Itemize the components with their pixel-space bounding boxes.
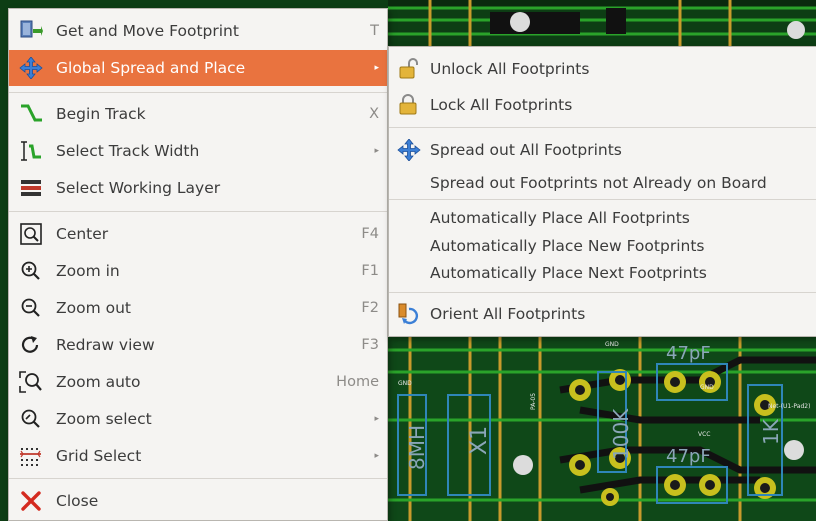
menu-item-begin-track[interactable]: Begin Track X	[9, 96, 387, 132]
zoom-in-icon	[19, 260, 43, 282]
pcb-label-cap1: 47pF	[666, 343, 711, 364]
pcb-label-res2: 1K	[759, 418, 783, 445]
menu-item-close[interactable]: Close	[9, 483, 387, 519]
menu-separator	[389, 292, 816, 293]
pcb-net-label: Net-(U1-Pad2)	[768, 403, 810, 410]
grid-icon	[19, 445, 43, 467]
zoom-auto-icon	[19, 371, 43, 393]
center-icon	[19, 223, 43, 245]
menu-item-grid-select[interactable]: Grid Select ▸	[9, 438, 387, 474]
move-footprint-icon	[19, 20, 43, 42]
context-menu: Get and Move Footprint T Global Spread a…	[8, 8, 388, 521]
track-icon	[19, 103, 43, 125]
menu-item-zoom-in[interactable]: Zoom in F1	[9, 253, 387, 289]
submenu-arrow-icon: ▸	[374, 63, 379, 73]
submenu-item-spread-out-not-on-board[interactable]: Spread out Footprints not Already on Boa…	[389, 169, 816, 197]
global-spread-submenu: Unlock All Footprints Lock All Footprint…	[388, 46, 816, 337]
pcb-label-res1: 100K	[609, 408, 633, 460]
close-icon	[19, 490, 43, 512]
pcb-net-vcc: VCC	[698, 431, 710, 438]
zoom-out-icon	[19, 297, 43, 319]
menu-separator	[389, 199, 816, 200]
submenu-item-unlock-all[interactable]: Unlock All Footprints	[389, 55, 816, 83]
submenu-item-orient-all[interactable]: Orient All Footprints	[389, 300, 816, 328]
submenu-arrow-icon: ▸	[374, 451, 379, 461]
pcb-net-gnd-a: GND	[605, 341, 619, 348]
menu-separator	[9, 211, 387, 212]
pcb-label-inductor: 8MH	[405, 425, 429, 470]
menu-separator	[9, 92, 387, 93]
track-width-icon	[19, 140, 43, 162]
pcb-net-gnd-b: GND	[398, 380, 412, 387]
layers-icon	[19, 177, 43, 199]
menu-item-redraw-view[interactable]: Redraw view F3	[9, 327, 387, 363]
menu-item-center[interactable]: Center F4	[9, 216, 387, 252]
unlock-icon	[397, 58, 421, 80]
submenu-item-autoplace-all[interactable]: Automatically Place All Footprints	[389, 204, 816, 232]
menu-item-zoom-auto[interactable]: Zoom auto Home	[9, 364, 387, 400]
spread-arrows-icon	[19, 56, 43, 80]
menu-separator	[9, 478, 387, 479]
lock-icon	[397, 94, 421, 116]
menu-item-select-track-width[interactable]: Select Track Width ▸	[9, 133, 387, 169]
submenu-arrow-icon: ▸	[374, 414, 379, 424]
submenu-item-autoplace-next[interactable]: Automatically Place Next Footprints	[389, 259, 816, 287]
pcb-net-pa5: PA-05	[530, 393, 537, 410]
menu-item-global-spread-place[interactable]: Global Spread and Place ▸	[9, 50, 387, 86]
spread-arrows-icon	[397, 138, 421, 162]
submenu-arrow-icon: ▸	[374, 146, 379, 156]
menu-separator	[389, 127, 816, 128]
orient-icon	[397, 303, 421, 325]
submenu-item-lock-all[interactable]: Lock All Footprints	[389, 91, 816, 119]
menu-item-zoom-select[interactable]: Zoom select ▸	[9, 401, 387, 437]
zoom-select-icon	[19, 408, 43, 430]
menu-item-select-working-layer[interactable]: Select Working Layer	[9, 170, 387, 206]
pcb-label-crystal: X1	[467, 426, 492, 455]
menu-item-get-move-footprint[interactable]: Get and Move Footprint T	[9, 13, 387, 49]
submenu-item-spread-out-all[interactable]: Spread out All Footprints	[389, 136, 816, 164]
submenu-item-autoplace-new[interactable]: Automatically Place New Footprints	[389, 232, 816, 260]
pcb-label-cap2: 47pF	[666, 446, 711, 467]
menu-item-zoom-out[interactable]: Zoom out F2	[9, 290, 387, 326]
redraw-icon	[19, 334, 43, 356]
pcb-net-gnd-c: GND	[700, 384, 714, 391]
